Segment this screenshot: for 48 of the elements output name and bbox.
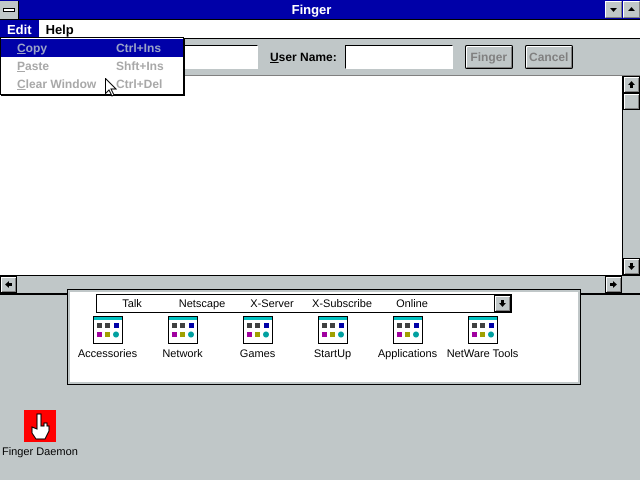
menu-entry-label: Clear Window [17,77,96,91]
dash-icon [3,8,15,12]
program-group-icon [168,316,198,344]
list-item[interactable]: Netscape [167,298,237,310]
program-group-icon [242,316,272,344]
list-item[interactable]: Online [377,298,447,310]
scroll-thumb[interactable] [623,93,640,110]
system-menu-button[interactable] [0,0,19,18]
menu-entry-label: Copy [17,41,48,55]
group-label[interactable]: Network [162,348,203,360]
shortcut-label: Ctrl+Ins [116,41,162,55]
list-item[interactable]: Talk [97,298,167,310]
icon-label[interactable]: Finger Daemon [2,446,78,458]
program-group-icon [468,316,498,344]
up-arrow-icon [627,80,636,89]
scroll-up-button[interactable] [623,76,640,93]
menu-item[interactable]: Edit [0,20,39,38]
group-label[interactable]: Games [240,348,276,360]
scroll-left-button[interactable] [0,276,17,293]
scroll-down-button[interactable] [623,258,640,275]
list-item[interactable]: X-Server [237,298,307,310]
right-arrow-icon [609,280,618,289]
down-arrow-icon [627,262,636,271]
down-triangle-icon [609,5,618,14]
program-group-icon [392,316,422,344]
group-label[interactable]: Accessories [78,348,138,360]
list-box[interactable]: Talk Netscape X-Server X-Subscribe Online [96,294,512,313]
window-title: Finger [290,2,332,17]
group-label[interactable]: NetWare Tools [446,348,518,360]
program-group-icon [318,316,348,344]
program-group-icon [92,316,122,344]
hand-icon[interactable] [24,410,56,442]
user-name-field[interactable] [344,45,453,69]
vertical-scrollbar[interactable] [622,76,640,275]
up-triangle-icon [627,5,636,14]
minimize-button[interactable] [605,1,622,18]
list-item[interactable]: X-Subscribe [307,298,377,310]
dropdown-button[interactable] [494,295,511,312]
shortcut-label: Ctrl+Del [116,77,162,91]
left-arrow-icon [4,280,13,289]
down-arrow-icon [498,299,507,308]
scroll-right-button[interactable] [605,276,622,293]
group-label[interactable]: Applications [378,348,438,360]
shortcut-label: Shft+Ins [116,59,164,73]
group-label[interactable]: StartUp [314,348,352,360]
menu-entry-label: Paste [17,59,50,73]
maximize-button[interactable] [623,1,640,18]
field-label: User Name: [270,50,337,64]
